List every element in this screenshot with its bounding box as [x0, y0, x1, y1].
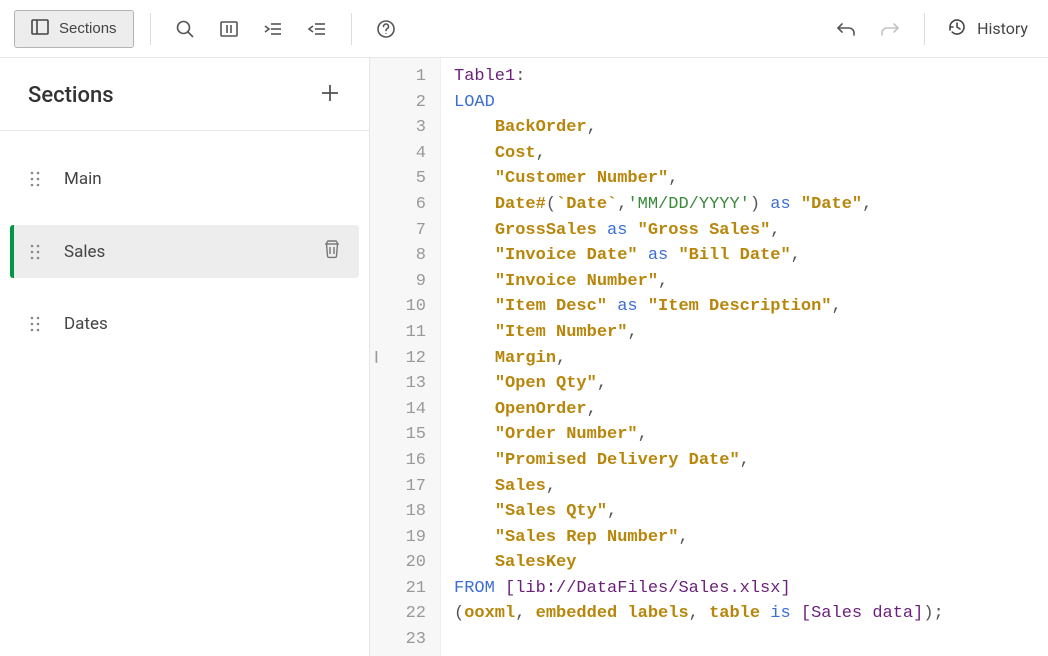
- code-line[interactable]: "Order Number",: [454, 422, 944, 448]
- sections-toggle-label: Sections: [59, 20, 117, 37]
- code-line[interactable]: Table1:: [454, 64, 944, 90]
- undo-icon[interactable]: [828, 11, 864, 47]
- section-label: Sales: [64, 242, 105, 262]
- section-item[interactable]: Dates: [10, 300, 359, 348]
- script-editor[interactable]: 1234567891011121314151617181920212223 Ta…: [370, 58, 1048, 656]
- indent-icon[interactable]: [255, 11, 291, 47]
- comment-toggle-icon[interactable]: [211, 11, 247, 47]
- code-line[interactable]: Cost,: [454, 141, 944, 167]
- sections-list: Main Sales Dates: [0, 131, 369, 358]
- history-icon: [947, 17, 967, 41]
- code-line[interactable]: "Item Number",: [454, 320, 944, 346]
- delete-section-button[interactable]: [323, 239, 341, 264]
- sections-header: Sections: [0, 58, 369, 131]
- section-label: Dates: [64, 314, 108, 334]
- redo-icon: [872, 11, 908, 47]
- code-line[interactable]: Sales,: [454, 474, 944, 500]
- sections-title: Sections: [28, 83, 114, 108]
- code-line[interactable]: FROM [lib://DataFiles/Sales.xlsx]: [454, 576, 944, 602]
- content: Sections MainSalesDates || 1234567891011…: [0, 58, 1048, 656]
- help-icon[interactable]: [368, 11, 404, 47]
- code-line[interactable]: "Open Qty",: [454, 371, 944, 397]
- code-line[interactable]: "Sales Rep Number",: [454, 525, 944, 551]
- add-section-button[interactable]: [319, 82, 341, 108]
- code-area[interactable]: Table1:LOAD BackOrder, Cost, "Customer N…: [440, 58, 944, 656]
- code-line[interactable]: "Invoice Date" as "Bill Date",: [454, 243, 944, 269]
- panel-icon: [31, 19, 49, 39]
- code-line[interactable]: BackOrder,: [454, 115, 944, 141]
- drag-handle-icon[interactable]: [28, 316, 42, 332]
- code-line[interactable]: "Invoice Number",: [454, 269, 944, 295]
- code-line[interactable]: GrossSales as "Gross Sales",: [454, 218, 944, 244]
- section-label: Main: [64, 169, 102, 189]
- code-line[interactable]: "Item Desc" as "Item Description",: [454, 294, 944, 320]
- code-line[interactable]: "Customer Number",: [454, 166, 944, 192]
- section-item[interactable]: Sales: [10, 225, 359, 278]
- code-line[interactable]: LOAD: [454, 90, 944, 116]
- sections-sidebar: Sections MainSalesDates ||: [0, 58, 370, 656]
- outdent-icon[interactable]: [299, 11, 335, 47]
- toolbar-divider: [924, 13, 925, 45]
- toolbar-divider: [150, 13, 151, 45]
- code-line[interactable]: SalesKey: [454, 550, 944, 576]
- line-gutter: 1234567891011121314151617181920212223: [370, 58, 440, 656]
- section-item[interactable]: Main: [10, 155, 359, 203]
- sections-toggle-button[interactable]: Sections: [14, 10, 134, 48]
- code-line[interactable]: "Promised Delivery Date",: [454, 448, 944, 474]
- code-line[interactable]: Date#(`Date`,'MM/DD/YYYY') as "Date",: [454, 192, 944, 218]
- toolbar: Sections: [0, 0, 1048, 58]
- search-icon[interactable]: [167, 11, 203, 47]
- code-line[interactable]: "Sales Qty",: [454, 499, 944, 525]
- history-button[interactable]: History: [941, 11, 1034, 47]
- code-line[interactable]: Margin,: [454, 346, 944, 372]
- code-line[interactable]: [454, 627, 944, 653]
- history-label: History: [977, 19, 1028, 38]
- code-line[interactable]: OpenOrder,: [454, 397, 944, 423]
- drag-handle-icon[interactable]: [28, 171, 42, 187]
- code-line[interactable]: (ooxml, embedded labels, table is [Sales…: [454, 601, 944, 627]
- toolbar-divider: [351, 13, 352, 45]
- drag-handle-icon[interactable]: [28, 244, 42, 260]
